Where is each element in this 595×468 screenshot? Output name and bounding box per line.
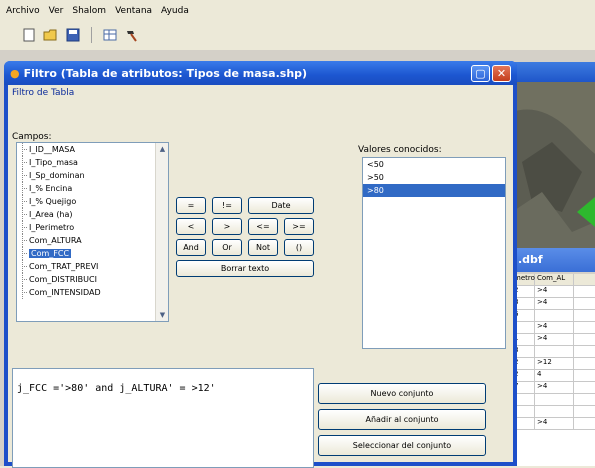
not-equals-button[interactable]: !=	[212, 197, 242, 214]
campos-scrollbar[interactable]: ▲ ▼	[155, 143, 168, 321]
toolbar-separator	[91, 27, 92, 43]
tab-filtro-de-tabla[interactable]: Filtro de Tabla	[12, 88, 74, 98]
table-window-title: .dbf	[512, 248, 595, 272]
table-row[interactable]: 24	[513, 370, 595, 382]
table-row[interactable]: 8>4	[513, 298, 595, 310]
select-from-set-button[interactable]: Seleccionar del conjunto	[318, 435, 486, 456]
menu-archivo[interactable]: Archivo	[6, 6, 40, 16]
dialog-body: Filtro de Tabla Campos: I_ID__MASA I_Tip…	[8, 85, 513, 468]
column-header[interactable]: Com_AL	[535, 274, 574, 285]
table-row[interactable]: 8	[513, 346, 595, 358]
table-row[interactable]: 6	[513, 310, 595, 322]
table-row[interactable]	[513, 394, 595, 406]
list-item[interactable]: I_% Encina	[17, 182, 168, 195]
table-row[interactable]: 1>4	[513, 334, 595, 346]
list-item[interactable]: <50	[363, 158, 505, 171]
clear-text-button[interactable]: Borrar texto	[176, 260, 314, 277]
valores-list[interactable]: <50 >50 >80	[362, 157, 506, 349]
list-item[interactable]: Com_TRAT_PREVI	[17, 260, 168, 273]
menu-ventana[interactable]: Ventana	[115, 6, 152, 16]
menu-ayuda[interactable]: Ayuda	[161, 6, 189, 16]
filter-icon: ●	[10, 66, 20, 80]
attribute-table[interactable]: metro Com_AL 2>4 8>4 6 >4 1>4 8 2>12 24 …	[512, 274, 595, 466]
equals-button[interactable]: =	[176, 197, 206, 214]
restore-button[interactable]: ▢	[471, 64, 490, 82]
dialog-titlebar[interactable]: ● Filtro (Tabla de atributos: Tipos de m…	[4, 61, 517, 85]
table-row[interactable]: 7>4	[513, 382, 595, 394]
table-row[interactable]: 2>12	[513, 358, 595, 370]
less-than-button[interactable]: <	[176, 218, 206, 235]
or-button[interactable]: Or	[212, 239, 242, 256]
greater-than-button[interactable]: >	[212, 218, 242, 235]
dialog-title: Filtro (Tabla de atributos: Tipos de mas…	[23, 66, 308, 80]
new-set-button[interactable]: Nuevo conjunto	[318, 383, 486, 404]
parentheses-button[interactable]: ()	[284, 239, 314, 256]
close-button[interactable]: ✕	[492, 64, 511, 82]
valores-label: Valores conocidos:	[358, 145, 442, 155]
new-file-icon[interactable]	[20, 26, 38, 44]
list-item[interactable]: I_Area (ha)	[17, 208, 168, 221]
map-view[interactable]	[512, 82, 595, 252]
list-item[interactable]: I_Sp_dominan	[17, 169, 168, 182]
menu-ver[interactable]: Ver	[49, 6, 64, 16]
save-icon[interactable]	[64, 26, 82, 44]
list-item[interactable]: Com_ALTURA	[17, 234, 168, 247]
list-item[interactable]: I_% Quejigo	[17, 195, 168, 208]
table-icon[interactable]	[101, 26, 119, 44]
table-row[interactable]: >4	[513, 418, 595, 430]
greater-equal-button[interactable]: >=	[284, 218, 314, 235]
not-button[interactable]: Not	[248, 239, 278, 256]
table-row[interactable]: 2>4	[513, 286, 595, 298]
scroll-up-icon[interactable]: ▲	[156, 143, 168, 155]
hammer-icon[interactable]	[123, 26, 141, 44]
add-to-set-button[interactable]: Añadir al conjunto	[318, 409, 486, 430]
expression-textarea[interactable]: j_FCC ='>80' and j_ALTURA' = >12'	[12, 368, 314, 468]
list-item-selected[interactable]: Com_FCC	[17, 247, 168, 260]
list-item-selected[interactable]: >80	[363, 184, 505, 197]
table-row[interactable]	[513, 406, 595, 418]
filter-dialog: ● Filtro (Tabla de atributos: Tipos de m…	[4, 61, 517, 468]
less-equal-button[interactable]: <=	[248, 218, 278, 235]
campos-list[interactable]: I_ID__MASA I_Tipo_masa I_Sp_dominan I_% …	[16, 142, 169, 322]
scroll-down-icon[interactable]: ▼	[156, 309, 168, 321]
list-item[interactable]: I_Tipo_masa	[17, 156, 168, 169]
open-folder-icon[interactable]	[42, 26, 60, 44]
menu-bar: Archivo Ver Shalom Ventana Ayuda	[0, 0, 595, 22]
table-header-row: metro Com_AL	[513, 274, 595, 286]
campos-label: Campos:	[12, 132, 52, 142]
and-button[interactable]: And	[176, 239, 206, 256]
menu-shalom[interactable]: Shalom	[72, 6, 106, 16]
list-item[interactable]: I_ID__MASA	[17, 143, 168, 156]
list-item[interactable]: >50	[363, 171, 505, 184]
list-item[interactable]: I_Perimetro	[17, 221, 168, 234]
date-button[interactable]: Date	[248, 197, 314, 214]
table-row[interactable]: >4	[513, 322, 595, 334]
list-item[interactable]: Com_DISTRIBUCI	[17, 273, 168, 286]
toolbar	[0, 22, 595, 48]
view-window-titlebar	[512, 62, 595, 82]
list-item[interactable]: Com_INTENSIDAD	[17, 286, 168, 299]
